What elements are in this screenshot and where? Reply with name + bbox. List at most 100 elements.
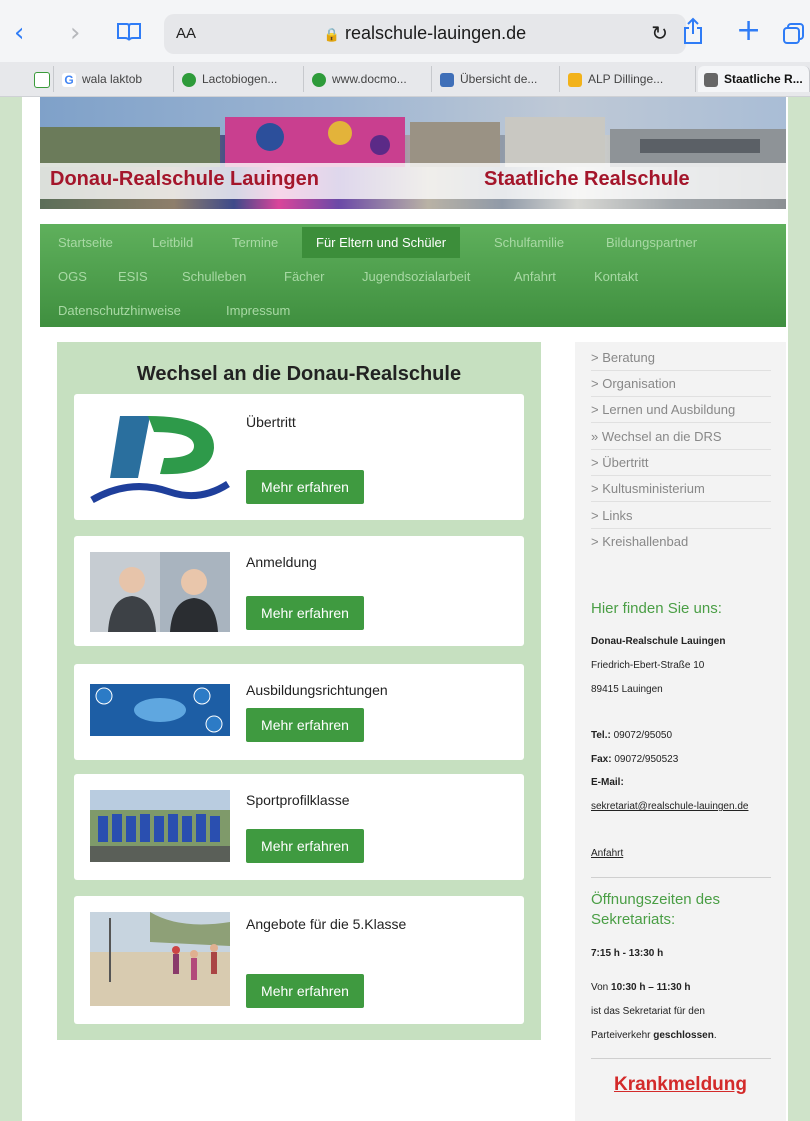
badge-icon xyxy=(440,72,454,87)
tab-label: Lactobiogen... xyxy=(202,72,278,86)
menu-item-anfahrt[interactable]: Anfahrt xyxy=(514,269,556,284)
closed-line-3: Parteiverkehr geschlossen. xyxy=(591,1030,717,1041)
tab-label: ALP Dillinge... xyxy=(588,72,664,86)
alp-icon xyxy=(568,72,582,87)
sport-class-photo xyxy=(90,790,230,862)
sidebar-link-uebertritt[interactable]: > Übertritt xyxy=(591,455,771,476)
card-anmeldung: Anmeldung Mehr erfahren xyxy=(74,536,524,646)
tab-label: Staatliche R... xyxy=(724,72,803,86)
menu-item-jugendsozialarbeit[interactable]: Jugendsozialarbeit xyxy=(362,269,470,284)
opening-hours: 7:15 h - 13:30 h xyxy=(591,948,664,959)
menu-item-startseite[interactable]: Startseite xyxy=(58,235,113,250)
tel-label: Tel.: xyxy=(591,730,611,741)
menu-item-datenschutz[interactable]: Datenschutzhinweise xyxy=(58,303,181,318)
sidebar-link-kreishallenbad[interactable]: > Kreishallenbad xyxy=(591,534,771,554)
closed-line-2: ist das Sekretariat für den xyxy=(591,1006,705,1017)
street: Friedrich-Ebert-Straße 10 xyxy=(591,660,705,671)
anfahrt-link[interactable]: Anfahrt xyxy=(591,848,623,859)
menu-item-schulfamilie[interactable]: Schulfamilie xyxy=(494,235,564,250)
card-sportprofilklasse: Sportprofilklasse Mehr erfahren xyxy=(74,774,524,880)
sidebar-link-organisation[interactable]: > Organisation xyxy=(591,376,771,397)
email-link[interactable]: sekretariat@realschule-lauingen.de xyxy=(591,801,748,812)
card-title: Anmeldung xyxy=(246,554,317,570)
page-title: Wechsel an die Donau-Realschule xyxy=(136,363,462,385)
menu-item-impressum[interactable]: Impressum xyxy=(226,303,290,318)
mehr-erfahren-button[interactable]: Mehr erfahren xyxy=(246,974,364,1008)
fax-label: Fax: xyxy=(591,754,612,765)
shield-icon xyxy=(312,72,326,87)
menu-item-bildungspartner[interactable]: Bildungspartner xyxy=(606,235,697,250)
card-ausbildungsrichtungen: Ausbildungsrichtungen Mehr erfahren xyxy=(74,664,524,760)
card-title: Sportprofilklasse xyxy=(246,792,350,808)
sidebar-link-links[interactable]: > Links xyxy=(591,508,771,529)
tab-label: wala laktob xyxy=(82,72,143,86)
bookmarks-icon[interactable] xyxy=(116,22,142,42)
hours-heading: Öffnungszeiten des Sekretariats: xyxy=(591,891,720,928)
card-title: Ausbildungsrichtungen xyxy=(246,682,388,698)
play-icon xyxy=(34,71,50,88)
tab-label: Übersicht de... xyxy=(460,72,538,86)
card-uebertritt: Übertritt Mehr erfahren xyxy=(74,394,524,520)
closed-time: 10:30 h – 11:30 h xyxy=(611,982,691,993)
tab-5[interactable]: ALP Dillinge... xyxy=(562,66,696,92)
closed-word: geschlossen xyxy=(653,1030,714,1041)
tab-3[interactable]: www.docmo... xyxy=(306,66,432,92)
banner-left-title: Donau-Realschule Lauingen xyxy=(50,168,319,190)
tab-active[interactable]: Staatliche R... xyxy=(698,66,810,92)
address-bar[interactable]: AA 🔒 realschule-lauingen.de ↻ xyxy=(164,14,686,54)
email-label: E-Mail: xyxy=(591,777,624,788)
menu-item-ogs[interactable]: OGS xyxy=(58,269,87,284)
menu-item-faecher[interactable]: Fächer xyxy=(284,269,324,284)
card-angebote-5-klasse: Angebote für die 5.Klasse Mehr erfahren xyxy=(74,896,524,1024)
sidebar-link-kultusministerium[interactable]: > Kultusministerium xyxy=(591,481,771,502)
url-text: realschule-lauingen.de xyxy=(345,23,527,43)
forward-icon[interactable]: › xyxy=(70,18,80,48)
menu-item-schulleben[interactable]: Schulleben xyxy=(182,269,246,284)
skills-image xyxy=(90,684,230,736)
new-tab-icon[interactable]: + xyxy=(736,16,761,46)
tab-4[interactable]: Übersicht de... xyxy=(434,66,560,92)
school-name: Donau-Realschule Lauingen xyxy=(591,636,726,647)
banner-photo xyxy=(40,117,786,167)
google-icon: G xyxy=(62,72,76,87)
tab-1[interactable]: Gwala laktob xyxy=(56,66,174,92)
sidebar-link-wechsel[interactable]: » Wechsel an die DRS xyxy=(591,429,771,450)
city: 89415 Lauingen xyxy=(591,684,663,695)
sidebar-link-lernen[interactable]: > Lernen und Ausbildung xyxy=(591,402,771,423)
card-title: Angebote für die 5.Klasse xyxy=(246,916,407,932)
closed-line-1: Von 10:30 h – 11:30 h xyxy=(591,982,691,993)
mehr-erfahren-button[interactable]: Mehr erfahren xyxy=(246,470,364,504)
menu-item-eltern-schueler[interactable]: Für Eltern und Schüler xyxy=(302,227,461,258)
fax: Fax: 09072/950523 xyxy=(591,754,678,765)
divider xyxy=(591,1058,771,1059)
find-us-heading: Hier finden Sie uns: xyxy=(591,600,722,617)
share-icon[interactable] xyxy=(682,17,704,45)
menu-item-termine[interactable]: Termine xyxy=(232,235,278,250)
tab-label: www.docmo... xyxy=(332,72,407,86)
mehr-erfahren-button[interactable]: Mehr erfahren xyxy=(246,708,364,742)
shield-icon xyxy=(182,72,196,87)
mehr-erfahren-button[interactable]: Mehr erfahren xyxy=(246,829,364,863)
school-banner: Donau-Realschule Lauingen Staatliche Rea… xyxy=(40,97,786,209)
menu-item-esis[interactable]: ESIS xyxy=(118,269,148,284)
angebote-photo xyxy=(90,912,230,1006)
fax-value: 09072/950523 xyxy=(614,754,679,765)
tab-0[interactable] xyxy=(28,66,54,92)
tab-bar: Gwala laktob Lactobiogen... www.docmo...… xyxy=(0,62,810,97)
tab-2[interactable]: Lactobiogen... xyxy=(176,66,304,92)
banner-right-title: Staatliche Realschule xyxy=(484,168,690,190)
closed-prefix: Von xyxy=(591,982,609,993)
tabs-overview-icon[interactable] xyxy=(782,22,806,46)
reload-icon[interactable]: ↻ xyxy=(651,21,668,45)
main-menu: Startseite Leitbild Termine Für Eltern u… xyxy=(40,224,786,327)
sidebar-link-beratung[interactable]: > Beratung xyxy=(591,350,771,371)
krankmeldung-link[interactable]: Krankmeldung xyxy=(575,1074,786,1096)
menu-item-leitbild[interactable]: Leitbild xyxy=(152,235,193,250)
lock-icon: 🔒 xyxy=(323,27,341,42)
school-logo-icon xyxy=(90,416,230,504)
menu-item-kontakt[interactable]: Kontakt xyxy=(594,269,638,284)
divider xyxy=(591,877,771,878)
mehr-erfahren-button[interactable]: Mehr erfahren xyxy=(246,596,364,630)
tel-value: 09072/95050 xyxy=(613,730,673,741)
back-icon[interactable]: ‹ xyxy=(14,18,24,48)
